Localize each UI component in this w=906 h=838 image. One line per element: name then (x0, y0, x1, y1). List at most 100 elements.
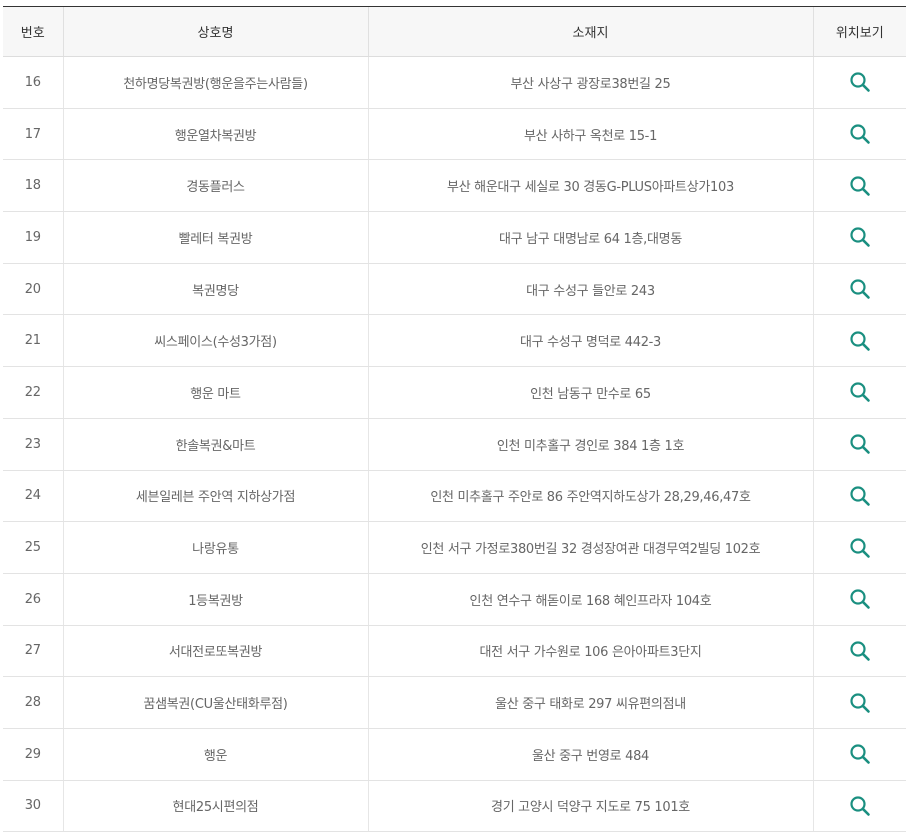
row-number: 29 (3, 728, 63, 781)
store-table: 번호 상호명 소재지 위치보기 16 천하명당복권방(행운을주는사람들) 부산 … (3, 6, 906, 833)
row-store-name: 행운 (62, 728, 368, 781)
search-icon (850, 641, 870, 661)
row-address: 부산 사상구 광장로38번길 25 (367, 56, 813, 109)
table-body: 16 천하명당복권방(행운을주는사람들) 부산 사상구 광장로38번길 25 1… (3, 56, 906, 833)
row-address: 대구 수성구 명덕로 442-3 (367, 314, 813, 368)
search-icon (850, 382, 870, 403)
search-icon (850, 227, 870, 248)
map-view-button[interactable] (849, 743, 871, 765)
search-icon (850, 796, 870, 816)
row-address: 경기 고양시 덕양구 지도로 75 101호 (367, 780, 813, 833)
search-icon (850, 744, 870, 765)
row-store-name: 씨스페이스(수성3가점) (62, 314, 368, 368)
row-number: 23 (3, 418, 63, 471)
store-list-panel: 번호 상호명 소재지 위치보기 16 천하명당복권방(행운을주는사람들) 부산 … (0, 0, 906, 838)
row-map-cell (812, 159, 906, 213)
table-row: 29 행운 울산 중구 번영로 484 (3, 728, 906, 781)
row-store-name: 복권명당 (62, 263, 368, 316)
search-icon (850, 331, 870, 351)
map-view-button[interactable] (849, 692, 871, 714)
row-number: 17 (3, 108, 63, 161)
search-icon (850, 434, 870, 454)
row-number: 28 (3, 676, 63, 729)
row-map-cell (812, 56, 906, 109)
row-number: 20 (3, 263, 63, 316)
row-number: 16 (3, 56, 63, 109)
row-map-cell (812, 314, 906, 368)
table-row: 20 복권명당 대구 수성구 들안로 243 (3, 263, 906, 316)
row-number: 21 (3, 314, 63, 368)
row-address: 인천 미추홀구 경인로 384 1층 1호 (367, 418, 813, 471)
row-store-name: 천하명당복권방(행운을주는사람들) (62, 56, 368, 109)
row-store-name: 행운열차복권방 (62, 108, 368, 161)
table-row: 18 경동플러스 부산 해운대구 세실로 30 경동G-PLUS아파트상가103 (3, 159, 906, 213)
search-icon (850, 72, 870, 93)
row-address: 울산 중구 태화로 297 씨유편의점내 (367, 676, 813, 729)
row-address: 부산 해운대구 세실로 30 경동G-PLUS아파트상가103 (367, 159, 813, 213)
map-view-button[interactable] (849, 588, 871, 610)
row-map-cell (812, 728, 906, 781)
row-store-name: 한솔복권&마트 (62, 418, 368, 471)
header-number: 번호 (3, 6, 63, 57)
table-row: 26 1등복권방 인천 연수구 해돋이로 168 혜인프라자 104호 (3, 573, 906, 626)
search-icon (850, 176, 870, 196)
row-address: 대구 남구 대명남로 64 1층,대명동 (367, 211, 813, 264)
table-row: 28 꿈샘복권(CU울산태화루점) 울산 중구 태화로 297 씨유편의점내 (3, 676, 906, 729)
row-address: 인천 서구 가정로380번길 32 경성장여관 대경무역2빌딩 102호 (367, 521, 813, 574)
map-view-button[interactable] (849, 640, 871, 662)
row-store-name: 경동플러스 (62, 159, 368, 213)
table-row: 16 천하명당복권방(행운을주는사람들) 부산 사상구 광장로38번길 25 (3, 56, 906, 109)
row-store-name: 꿈샘복권(CU울산태화루점) (62, 676, 368, 729)
row-number: 19 (3, 211, 63, 264)
row-address: 인천 남동구 만수로 65 (367, 366, 813, 419)
map-view-button[interactable] (849, 795, 871, 817)
row-map-cell (812, 366, 906, 419)
map-view-button[interactable] (849, 381, 871, 403)
header-row: 번호 상호명 소재지 위치보기 (3, 6, 906, 57)
row-address: 부산 사하구 옥천로 15-1 (367, 108, 813, 161)
row-address: 인천 연수구 해돋이로 168 혜인프라자 104호 (367, 573, 813, 626)
map-view-button[interactable] (849, 485, 871, 507)
table-header: 번호 상호명 소재지 위치보기 (3, 6, 906, 57)
map-view-button[interactable] (849, 123, 871, 145)
search-icon (850, 279, 870, 299)
row-store-name: 나랑유통 (62, 521, 368, 574)
table-row: 27 서대전로또복권방 대전 서구 가수원로 106 은아아파트3단지 (3, 625, 906, 678)
map-view-button[interactable] (849, 433, 871, 455)
row-store-name: 빨레터 복권방 (62, 211, 368, 264)
map-view-button[interactable] (849, 330, 871, 352)
row-map-cell (812, 521, 906, 574)
row-number: 22 (3, 366, 63, 419)
header-store-name: 상호명 (62, 6, 368, 57)
table-row: 30 현대25시편의점 경기 고양시 덕양구 지도로 75 101호 (3, 780, 906, 833)
table-row: 24 세븐일레븐 주안역 지하상가점 인천 미추홀구 주안로 86 주안역지하도… (3, 470, 906, 523)
map-view-button[interactable] (849, 175, 871, 197)
map-view-button[interactable] (849, 537, 871, 559)
search-icon (850, 486, 870, 506)
header-map-view: 위치보기 (812, 6, 906, 57)
row-number: 27 (3, 625, 63, 678)
search-icon (850, 692, 870, 713)
row-address: 대구 수성구 들안로 243 (367, 263, 813, 316)
row-map-cell (812, 211, 906, 264)
row-address: 인천 미추홀구 주안로 86 주안역지하도상가 28,29,46,47호 (367, 470, 813, 523)
row-store-name: 현대25시편의점 (62, 780, 368, 833)
row-map-cell (812, 625, 906, 678)
row-map-cell (812, 108, 906, 161)
row-number: 25 (3, 521, 63, 574)
row-store-name: 1등복권방 (62, 573, 368, 626)
row-number: 30 (3, 780, 63, 833)
table-row: 17 행운열차복권방 부산 사하구 옥천로 15-1 (3, 108, 906, 161)
row-map-cell (812, 676, 906, 729)
table-row: 21 씨스페이스(수성3가점) 대구 수성구 명덕로 442-3 (3, 314, 906, 368)
row-map-cell (812, 418, 906, 471)
row-store-name: 서대전로또복권방 (62, 625, 368, 678)
map-view-button[interactable] (849, 71, 871, 93)
row-address: 울산 중구 번영로 484 (367, 728, 813, 781)
map-view-button[interactable] (849, 226, 871, 248)
map-view-button[interactable] (849, 278, 871, 300)
table-row: 25 나랑유통 인천 서구 가정로380번길 32 경성장여관 대경무역2빌딩 … (3, 521, 906, 574)
search-icon (850, 537, 870, 558)
search-icon (850, 589, 870, 610)
table-row: 23 한솔복권&마트 인천 미추홀구 경인로 384 1층 1호 (3, 418, 906, 471)
